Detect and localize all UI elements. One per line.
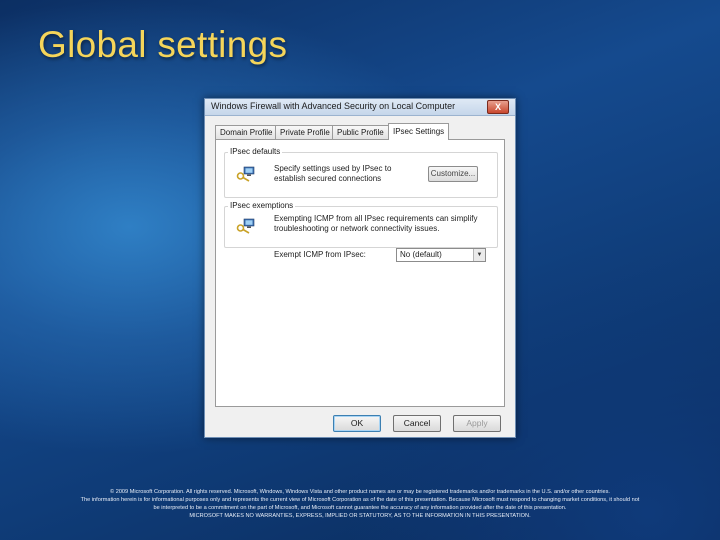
ipsec-exemptions-text-line2: troubleshooting or network connectivity … (274, 224, 440, 233)
footer-line3: be interpreted to be a commitment on the… (153, 505, 567, 511)
tab-public-profile[interactable]: Public Profile (332, 125, 389, 139)
tab-domain-profile[interactable]: Domain Profile (215, 125, 278, 139)
key-computer-icon (236, 166, 255, 182)
footer-line2: The information herein is for informatio… (80, 497, 640, 503)
ipsec-defaults-text-line1: Specify settings used by IPsec to (274, 164, 392, 173)
ipsec-defaults-text-line2: establish secured connections (274, 174, 382, 183)
footer-line1: © 2009 Microsoft Corporation. All rights… (110, 489, 610, 495)
exempt-icmp-label: Exempt ICMP from IPsec: (274, 250, 366, 259)
slide-title: Global settings (38, 24, 288, 65)
dialog-titlebar[interactable]: Windows Firewall with Advanced Security … (205, 99, 515, 116)
copyright-footer: © 2009 Microsoft Corporation. All rights… (0, 488, 720, 520)
cancel-button[interactable]: Cancel (393, 415, 441, 432)
ipsec-exemptions-label: IPsec exemptions (228, 201, 296, 210)
chevron-down-icon[interactable]: ▼ (473, 249, 485, 261)
dialog-title: Windows Firewall with Advanced Security … (211, 101, 456, 111)
ipsec-defaults-description: Specify settings used by IPsec to establ… (274, 164, 391, 184)
key-computer-icon (236, 218, 255, 234)
tab-private-profile[interactable]: Private Profile (275, 125, 335, 139)
ipsec-exemptions-text-line1: Exempting ICMP from all IPsec requiremen… (274, 214, 478, 223)
ipsec-exemptions-description: Exempting ICMP from all IPsec requiremen… (274, 214, 477, 234)
close-button[interactable]: X (487, 100, 509, 114)
ok-button[interactable]: OK (333, 415, 381, 432)
exempt-icmp-select-value: No (default) (400, 250, 442, 259)
apply-button[interactable]: Apply (453, 415, 501, 432)
firewall-dialog: Windows Firewall with Advanced Security … (204, 98, 516, 438)
footer-line4: MICROSOFT MAKES NO WARRANTIES, EXPRESS, … (189, 513, 531, 519)
customize-button[interactable]: Customize... (428, 166, 478, 182)
tab-ipsec-settings[interactable]: IPsec Settings (388, 123, 450, 140)
ipsec-settings-panel: IPsec defaults Specify settings used by … (215, 139, 505, 407)
exempt-icmp-select[interactable]: No (default) ▼ (396, 248, 486, 262)
ipsec-defaults-label: IPsec defaults (228, 147, 283, 156)
